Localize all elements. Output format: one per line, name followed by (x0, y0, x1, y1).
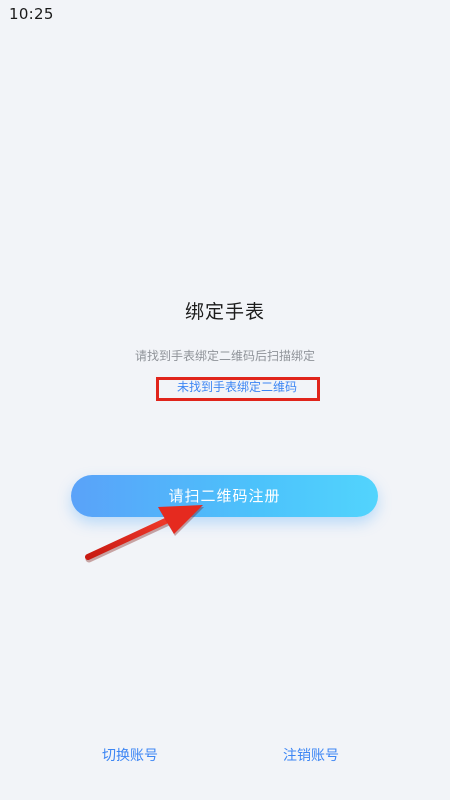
status-time: 10:25 (9, 5, 54, 23)
annotation-arrow-icon (85, 505, 204, 563)
status-bar: 10:25 (0, 0, 450, 28)
switch-account-link[interactable]: 切换账号 (102, 745, 158, 765)
cancel-account-link[interactable]: 注销账号 (283, 745, 339, 765)
instruction-text: 请找到手表绑定二维码后扫描绑定 (134, 349, 315, 363)
qr-not-found-link[interactable]: 未找到手表绑定二维码 (157, 378, 317, 397)
scan-qr-register-button[interactable]: 请扫二维码注册 (71, 475, 378, 517)
page-title: 绑定手表 (184, 301, 265, 323)
